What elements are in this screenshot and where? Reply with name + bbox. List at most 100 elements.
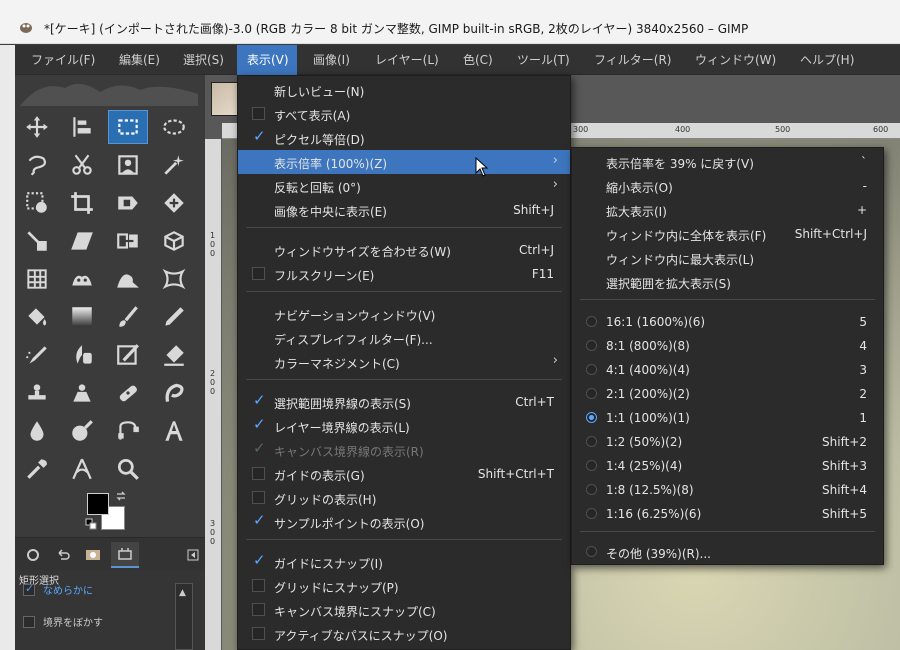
menu-item-display-filters[interactable]: ディスプレイフィルター(F)... bbox=[238, 326, 570, 350]
text-tool-icon[interactable] bbox=[154, 414, 194, 448]
image-tab-thumbnail[interactable] bbox=[211, 82, 239, 116]
bucket-fill-tool-icon[interactable] bbox=[17, 300, 57, 334]
zoom-tool-icon[interactable] bbox=[108, 452, 148, 486]
menu-help[interactable]: ヘルプ(H) bbox=[796, 45, 858, 75]
unified-transform-tool-icon[interactable] bbox=[108, 186, 148, 220]
ellipse-select-tool-icon[interactable] bbox=[154, 110, 194, 144]
flip-tool-icon[interactable] bbox=[108, 224, 148, 258]
menu-item-show-layer-boundary[interactable]: ✓ レイヤー境界線の表示(L) bbox=[238, 414, 570, 438]
menu-item-color-management[interactable]: カラーマネジメント(C) › bbox=[238, 350, 570, 374]
menu-item-show-grid[interactable]: グリッドの表示(H) bbox=[238, 486, 570, 510]
menu-edit[interactable]: 編集(E) bbox=[115, 45, 164, 75]
fuzzy-select-tool-icon[interactable] bbox=[154, 148, 194, 182]
menu-item-flip-rotate[interactable]: 反転と回転 (0°) › bbox=[238, 174, 570, 198]
ink-tool-icon[interactable] bbox=[62, 338, 102, 372]
scroll-up-icon[interactable]: ▲ bbox=[179, 588, 186, 598]
zoom-other-item[interactable]: その他 (39%)(R)... bbox=[572, 540, 883, 564]
undo-history-tab[interactable] bbox=[49, 542, 77, 568]
airbrush-tool-icon[interactable] bbox=[17, 338, 57, 372]
menu-filters[interactable]: フィルター(R) bbox=[590, 45, 675, 75]
pencil-tool-icon[interactable] bbox=[154, 300, 194, 334]
images-tab[interactable] bbox=[79, 542, 107, 568]
align-tool-icon[interactable] bbox=[62, 110, 102, 144]
mypaint-brush-tool-icon[interactable] bbox=[108, 338, 148, 372]
menu-item-shrink-wrap[interactable]: ウィンドウサイズを合わせる(W) Ctrl+J bbox=[238, 238, 570, 262]
menu-windows[interactable]: ウィンドウ(W) bbox=[691, 45, 780, 75]
menu-item-snap-to-canvas[interactable]: キャンバス境界にスナップ(C) bbox=[238, 598, 570, 622]
zoom-ratio-item[interactable]: 1:16 (6.25%)(6) Shift+5 bbox=[572, 502, 883, 526]
blur-sharpen-tool-icon[interactable] bbox=[17, 414, 57, 448]
wave-tool-icon[interactable] bbox=[108, 262, 148, 296]
zoom-in-item[interactable]: 拡大表示(I) + bbox=[572, 198, 883, 222]
scissors-select-tool-icon[interactable] bbox=[62, 148, 102, 182]
warp-transform-tool-icon[interactable] bbox=[154, 186, 194, 220]
dodge-burn-tool-icon[interactable] bbox=[62, 414, 102, 448]
perspective-clone-tool-icon[interactable] bbox=[62, 376, 102, 410]
handle-transform-tool-icon[interactable] bbox=[154, 262, 194, 296]
menu-item-show-selection[interactable]: ✓ 選択範囲境界線の表示(S) Ctrl+T bbox=[238, 390, 570, 414]
menu-file[interactable]: ファイル(F) bbox=[27, 45, 99, 75]
default-colors-icon[interactable] bbox=[85, 518, 97, 530]
zoom-revert-item[interactable]: 表示倍率を 39% に戻す(V) ` bbox=[572, 150, 883, 174]
heal-tool-icon[interactable] bbox=[108, 376, 148, 410]
dock-menu-tab[interactable] bbox=[179, 542, 207, 568]
paths-tool-icon[interactable] bbox=[108, 414, 148, 448]
device-status-tab[interactable] bbox=[111, 542, 139, 568]
menu-item-zoom[interactable]: 表示倍率 (100%)(Z) › bbox=[238, 150, 570, 174]
menu-colors[interactable]: 色(C) bbox=[459, 45, 497, 75]
color-picker-tool-icon[interactable] bbox=[17, 452, 57, 486]
eraser-tool-icon[interactable] bbox=[154, 338, 194, 372]
move-tool-icon[interactable] bbox=[17, 110, 57, 144]
free-select-tool-icon[interactable] bbox=[17, 148, 57, 182]
zoom-out-item[interactable]: 縮小表示(O) - bbox=[572, 174, 883, 198]
foreground-select-tool-icon[interactable] bbox=[108, 148, 148, 182]
smudge-tool-icon[interactable] bbox=[154, 376, 194, 410]
antialias-option[interactable]: なめらかに bbox=[23, 582, 93, 597]
menu-layer[interactable]: レイヤー(L) bbox=[371, 45, 443, 75]
menu-item-show-guides[interactable]: ガイドの表示(G) Shift+Ctrl+T bbox=[238, 462, 570, 486]
menu-item-snap-to-active-path[interactable]: アクティブなパスにスナップ(O) bbox=[238, 622, 570, 646]
zoom-ratio-item[interactable]: 2:1 (200%)(2) 2 bbox=[572, 382, 883, 406]
swap-colors-icon[interactable] bbox=[115, 490, 127, 502]
zoom-ratio-item[interactable]: 1:1 (100%)(1) 1 bbox=[572, 406, 883, 430]
menu-select[interactable]: 選択(S) bbox=[179, 45, 228, 75]
color-swatches[interactable] bbox=[85, 490, 130, 535]
measure-tool-icon[interactable] bbox=[62, 452, 102, 486]
menu-view[interactable]: 表示(V) bbox=[237, 45, 297, 75]
tool-options-tab[interactable] bbox=[19, 542, 47, 568]
menu-item-navigation-window[interactable]: ナビゲーションウィンドウ(V) bbox=[238, 302, 570, 326]
select-by-color-tool-icon[interactable] bbox=[17, 186, 57, 220]
rect-select-tool-icon[interactable] bbox=[108, 110, 148, 144]
zoom-to-selection-item[interactable]: 選択範囲を拡大表示(S) bbox=[572, 270, 883, 294]
menu-item-new-view[interactable]: 新しいビュー(N) bbox=[238, 78, 570, 102]
3d-transform-tool-icon[interactable] bbox=[154, 224, 194, 258]
menu-item-snap-to-grid[interactable]: グリッドにスナップ(P) bbox=[238, 574, 570, 598]
zoom-ratio-item[interactable]: 1:4 (25%)(4) Shift+3 bbox=[572, 454, 883, 478]
zoom-fill-window-item[interactable]: ウィンドウ内に最大表示(L) bbox=[572, 246, 883, 270]
shear-tool-icon[interactable] bbox=[62, 224, 102, 258]
menu-item-dot-for-dot[interactable]: ✓ ピクセル等倍(D) bbox=[238, 126, 570, 150]
zoom-ratio-item[interactable]: 8:1 (800%)(8) 4 bbox=[572, 334, 883, 358]
gradient-tool-icon[interactable] bbox=[62, 300, 102, 334]
tool-options-scrollbar[interactable]: ▲ bbox=[175, 583, 193, 650]
foreground-color-swatch[interactable] bbox=[87, 493, 109, 515]
zoom-ratio-item[interactable]: 1:2 (50%)(2) Shift+2 bbox=[572, 430, 883, 454]
menu-item-show-sample-points[interactable]: ✓ サンプルポイントの表示(O) bbox=[238, 510, 570, 534]
cage-transform-tool-icon[interactable] bbox=[17, 262, 57, 296]
crop-tool-icon[interactable] bbox=[62, 186, 102, 220]
menu-item-center-image[interactable]: 画像を中央に表示(E) Shift+J bbox=[238, 198, 570, 222]
menu-item-fullscreen[interactable]: フルスクリーン(E) F11 bbox=[238, 262, 570, 286]
menu-image[interactable]: 画像(I) bbox=[309, 45, 354, 75]
perspective-tool-icon[interactable] bbox=[17, 224, 57, 258]
feather-edges-option[interactable]: 境界をぼかす bbox=[23, 614, 103, 629]
warp-tool-icon[interactable] bbox=[62, 262, 102, 296]
menu-item-show-all[interactable]: すべて表示(A) bbox=[238, 102, 570, 126]
menu-item-snap-to-guides[interactable]: ✓ ガイドにスナップ(I) bbox=[238, 550, 570, 574]
zoom-fit-image-item[interactable]: ウィンドウ内に全体を表示(F) Shift+Ctrl+J bbox=[572, 222, 883, 246]
zoom-ratio-item[interactable]: 1:8 (12.5%)(8) Shift+4 bbox=[572, 478, 883, 502]
clone-tool-icon[interactable] bbox=[17, 376, 57, 410]
zoom-ratio-item[interactable]: 4:1 (400%)(4) 3 bbox=[572, 358, 883, 382]
feather-edges-checkbox[interactable] bbox=[23, 615, 35, 628]
zoom-ratio-item[interactable]: 16:1 (1600%)(6) 5 bbox=[572, 310, 883, 334]
antialias-checkbox[interactable] bbox=[23, 582, 35, 596]
